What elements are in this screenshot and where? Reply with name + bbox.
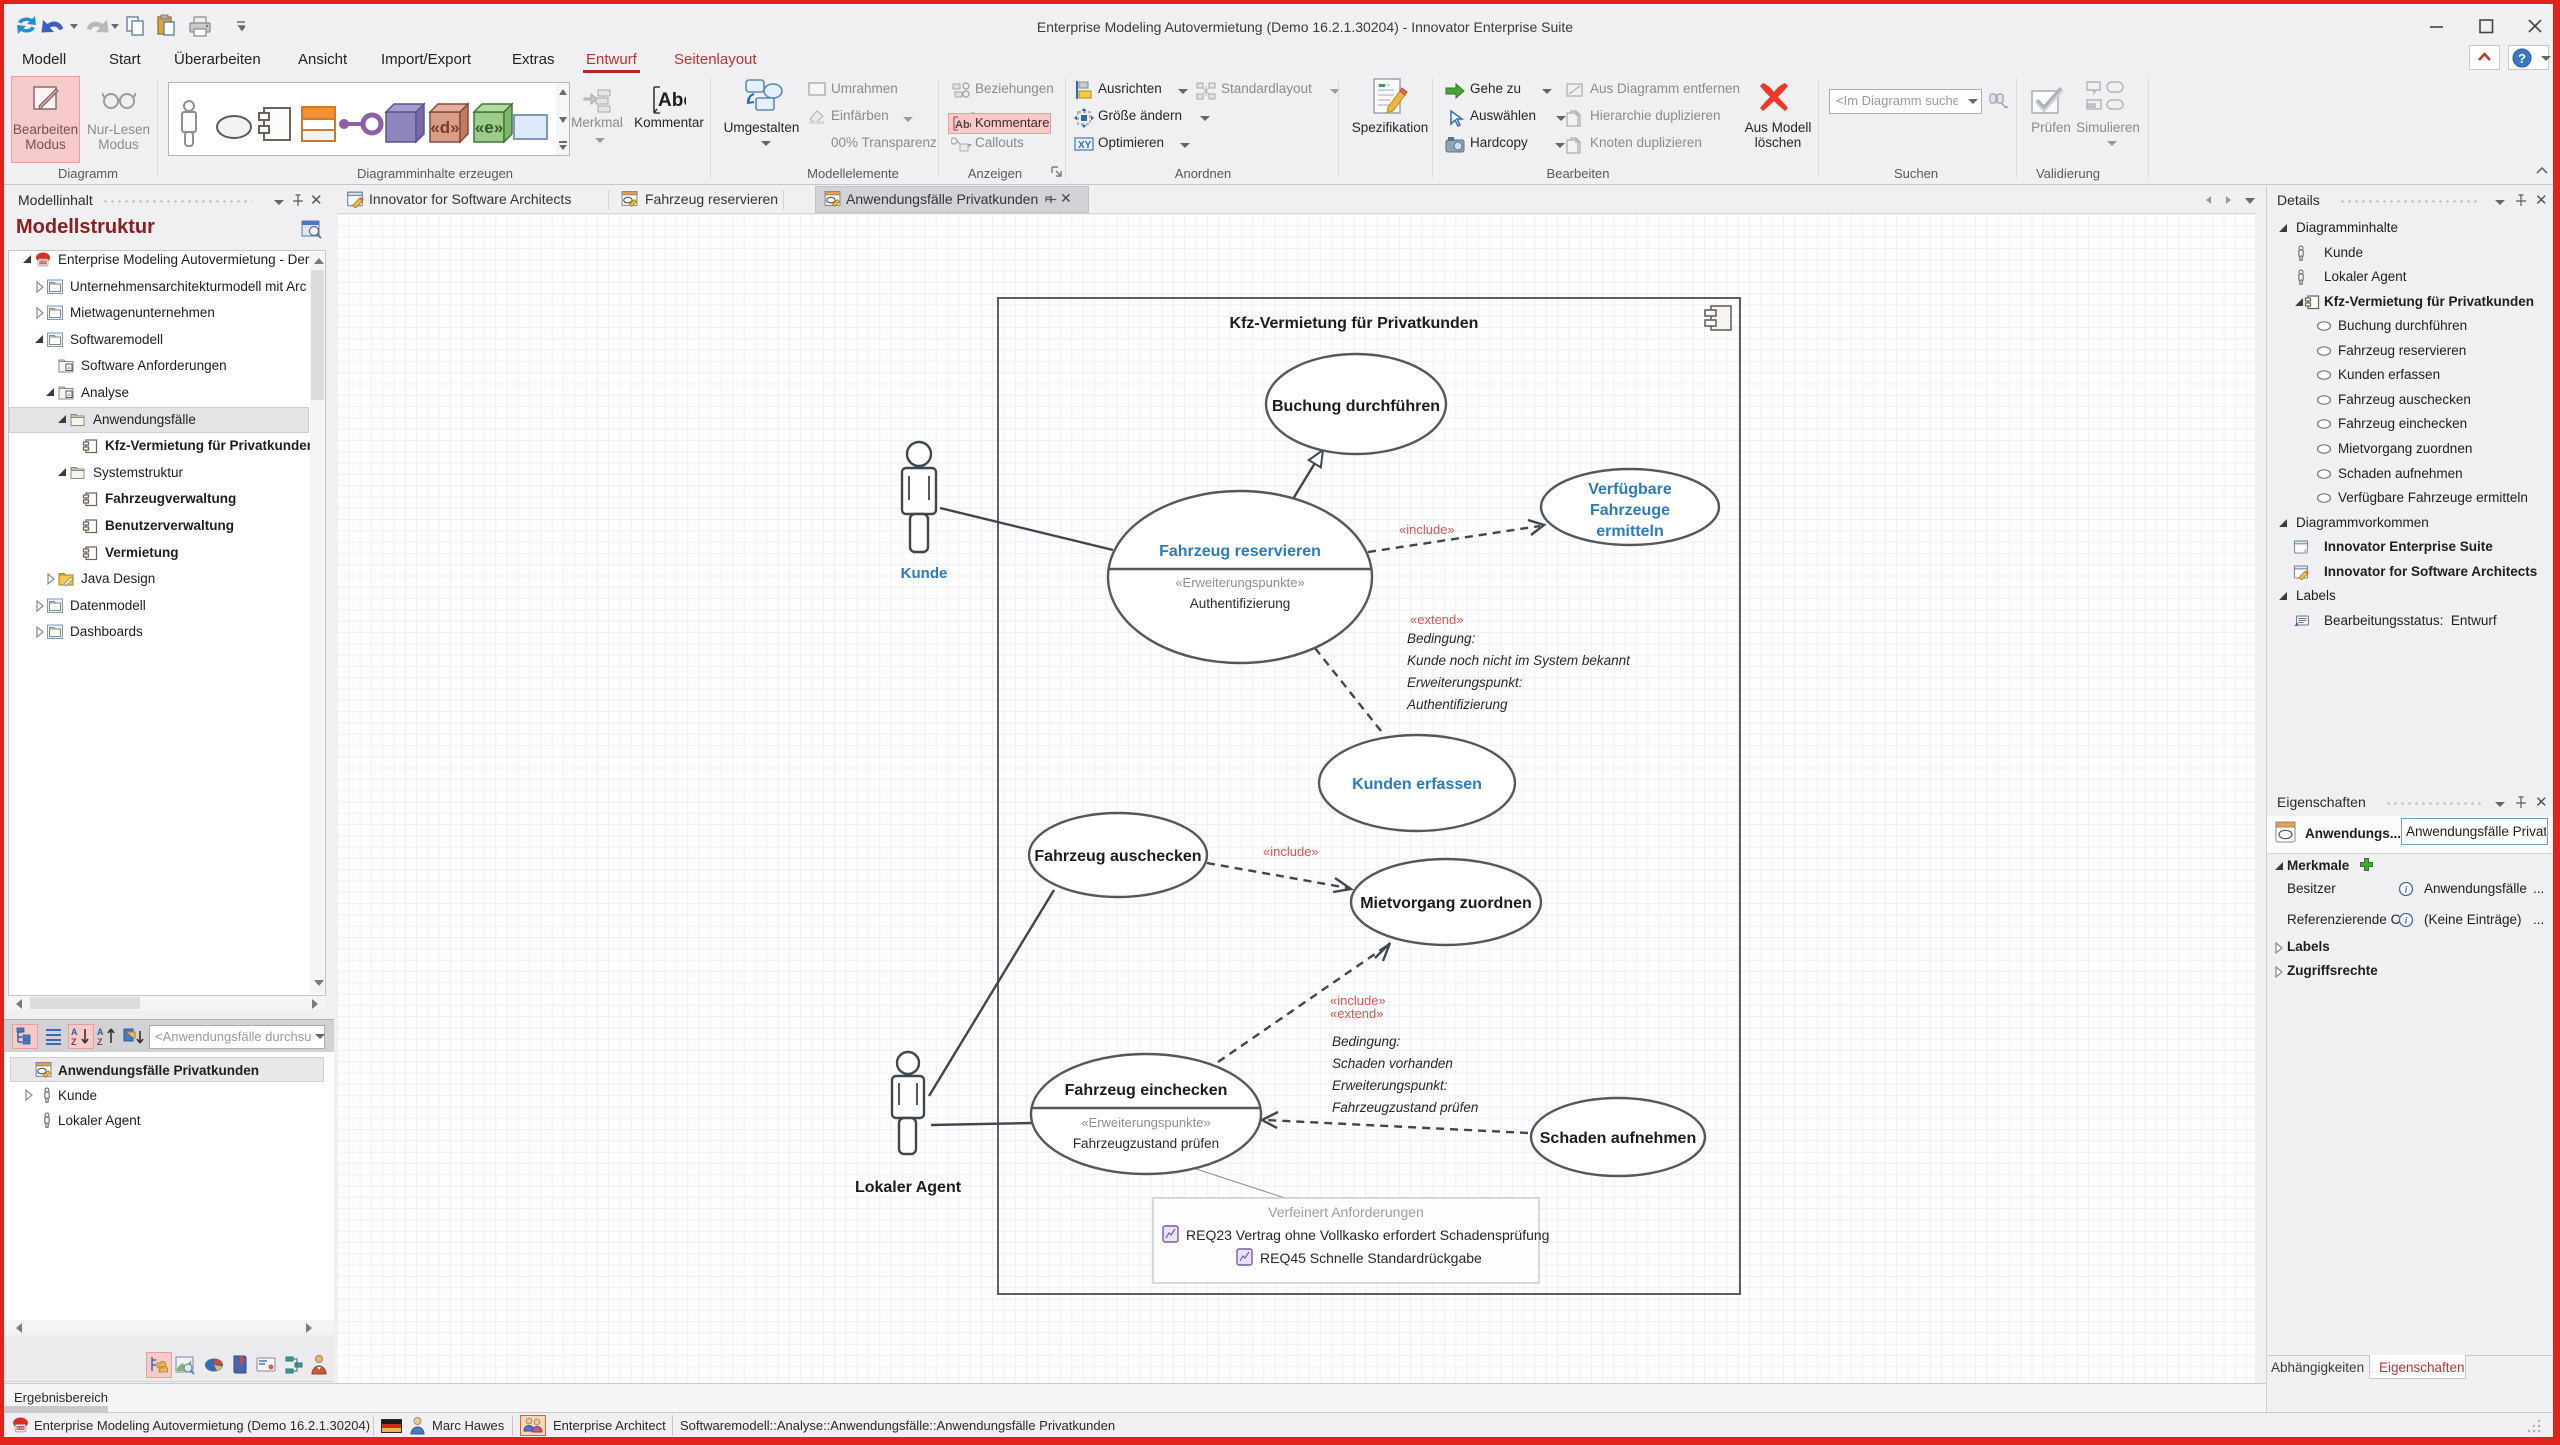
svg-text:Erweiterungspunkt:: Erweiterungspunkt:	[1332, 1078, 1448, 1093]
svg-text:Kunden erfassen: Kunden erfassen	[1352, 776, 1482, 793]
svg-text:Z: Z	[97, 1037, 103, 1047]
svg-text:Authentifizierung: Authentifizierung	[1406, 697, 1508, 712]
svg-text:«d»: «d»	[430, 118, 459, 137]
svg-text:Bedingung:: Bedingung:	[1407, 631, 1476, 646]
svg-text:«Erweiterungspunkte»: «Erweiterungspunkte»	[1175, 575, 1304, 590]
svg-text:Fahrzeugzustand prüfen: Fahrzeugzustand prüfen	[1332, 1100, 1478, 1115]
svg-text:«extend»: «extend»	[1410, 612, 1464, 627]
svg-text:Verfügbare: Verfügbare	[1588, 481, 1672, 498]
svg-text:«extend»: «extend»	[1330, 1006, 1384, 1021]
svg-text:Abc: Abc	[658, 90, 686, 111]
svg-text:Mietvorgang zuordnen: Mietvorgang zuordnen	[1360, 895, 1532, 912]
svg-text:ermitteln: ermitteln	[1596, 523, 1664, 540]
svg-text:Erweiterungspunkt:: Erweiterungspunkt:	[1407, 675, 1523, 690]
svg-text:REQ45 Schnelle Standardrückgab: REQ45 Schnelle Standardrückgabe	[1260, 1250, 1482, 1266]
svg-text:Fahrzeug reservieren: Fahrzeug reservieren	[1159, 543, 1321, 560]
svg-text:Kunde: Kunde	[901, 565, 948, 582]
svg-text:Fahrzeuge: Fahrzeuge	[1590, 502, 1670, 519]
svg-text:A: A	[97, 1027, 104, 1037]
svg-text:«Erweiterungspunkte»: «Erweiterungspunkte»	[1081, 1115, 1210, 1130]
svg-text:XY: XY	[1078, 140, 1092, 151]
svg-text:Kunde noch nicht im System bek: Kunde noch nicht im System bekannt	[1407, 653, 1631, 668]
svg-text:Lokaler Agent: Lokaler Agent	[855, 1179, 962, 1196]
svg-text:Abc: Abc	[955, 119, 971, 131]
svg-text:Buchung durchführen: Buchung durchführen	[1272, 398, 1440, 415]
svg-text:Schaden vorhanden: Schaden vorhanden	[1332, 1056, 1453, 1071]
svg-text:«include»: «include»	[1399, 522, 1455, 537]
svg-text:A: A	[71, 1027, 78, 1037]
svg-text:Fahrzeug auschecken: Fahrzeug auschecken	[1034, 848, 1201, 865]
svg-text:Kfz-Vermietung für Privatkunde: Kfz-Vermietung für Privatkunden	[1230, 315, 1479, 332]
svg-text:Z: Z	[71, 1037, 77, 1047]
svg-text:«e»: «e»	[475, 118, 503, 137]
svg-text:Bedingung:: Bedingung:	[1332, 1034, 1401, 1049]
svg-text:Schaden aufnehmen: Schaden aufnehmen	[1540, 1130, 1696, 1147]
svg-text:Authentifizierung: Authentifizierung	[1190, 596, 1291, 611]
svg-text:?: ?	[2518, 51, 2526, 66]
svg-text:Fahrzeug einchecken: Fahrzeug einchecken	[1065, 1082, 1228, 1099]
svg-text:Fahrzeugzustand prüfen: Fahrzeugzustand prüfen	[1073, 1136, 1219, 1151]
svg-text:REQ23 Vertrag ohne Vollkasko e: REQ23 Vertrag ohne Vollkasko erfordert S…	[1186, 1227, 1549, 1243]
svg-text:«include»: «include»	[1263, 844, 1319, 859]
svg-text:Verfeinert Anforderungen: Verfeinert Anforderungen	[1268, 1204, 1424, 1220]
